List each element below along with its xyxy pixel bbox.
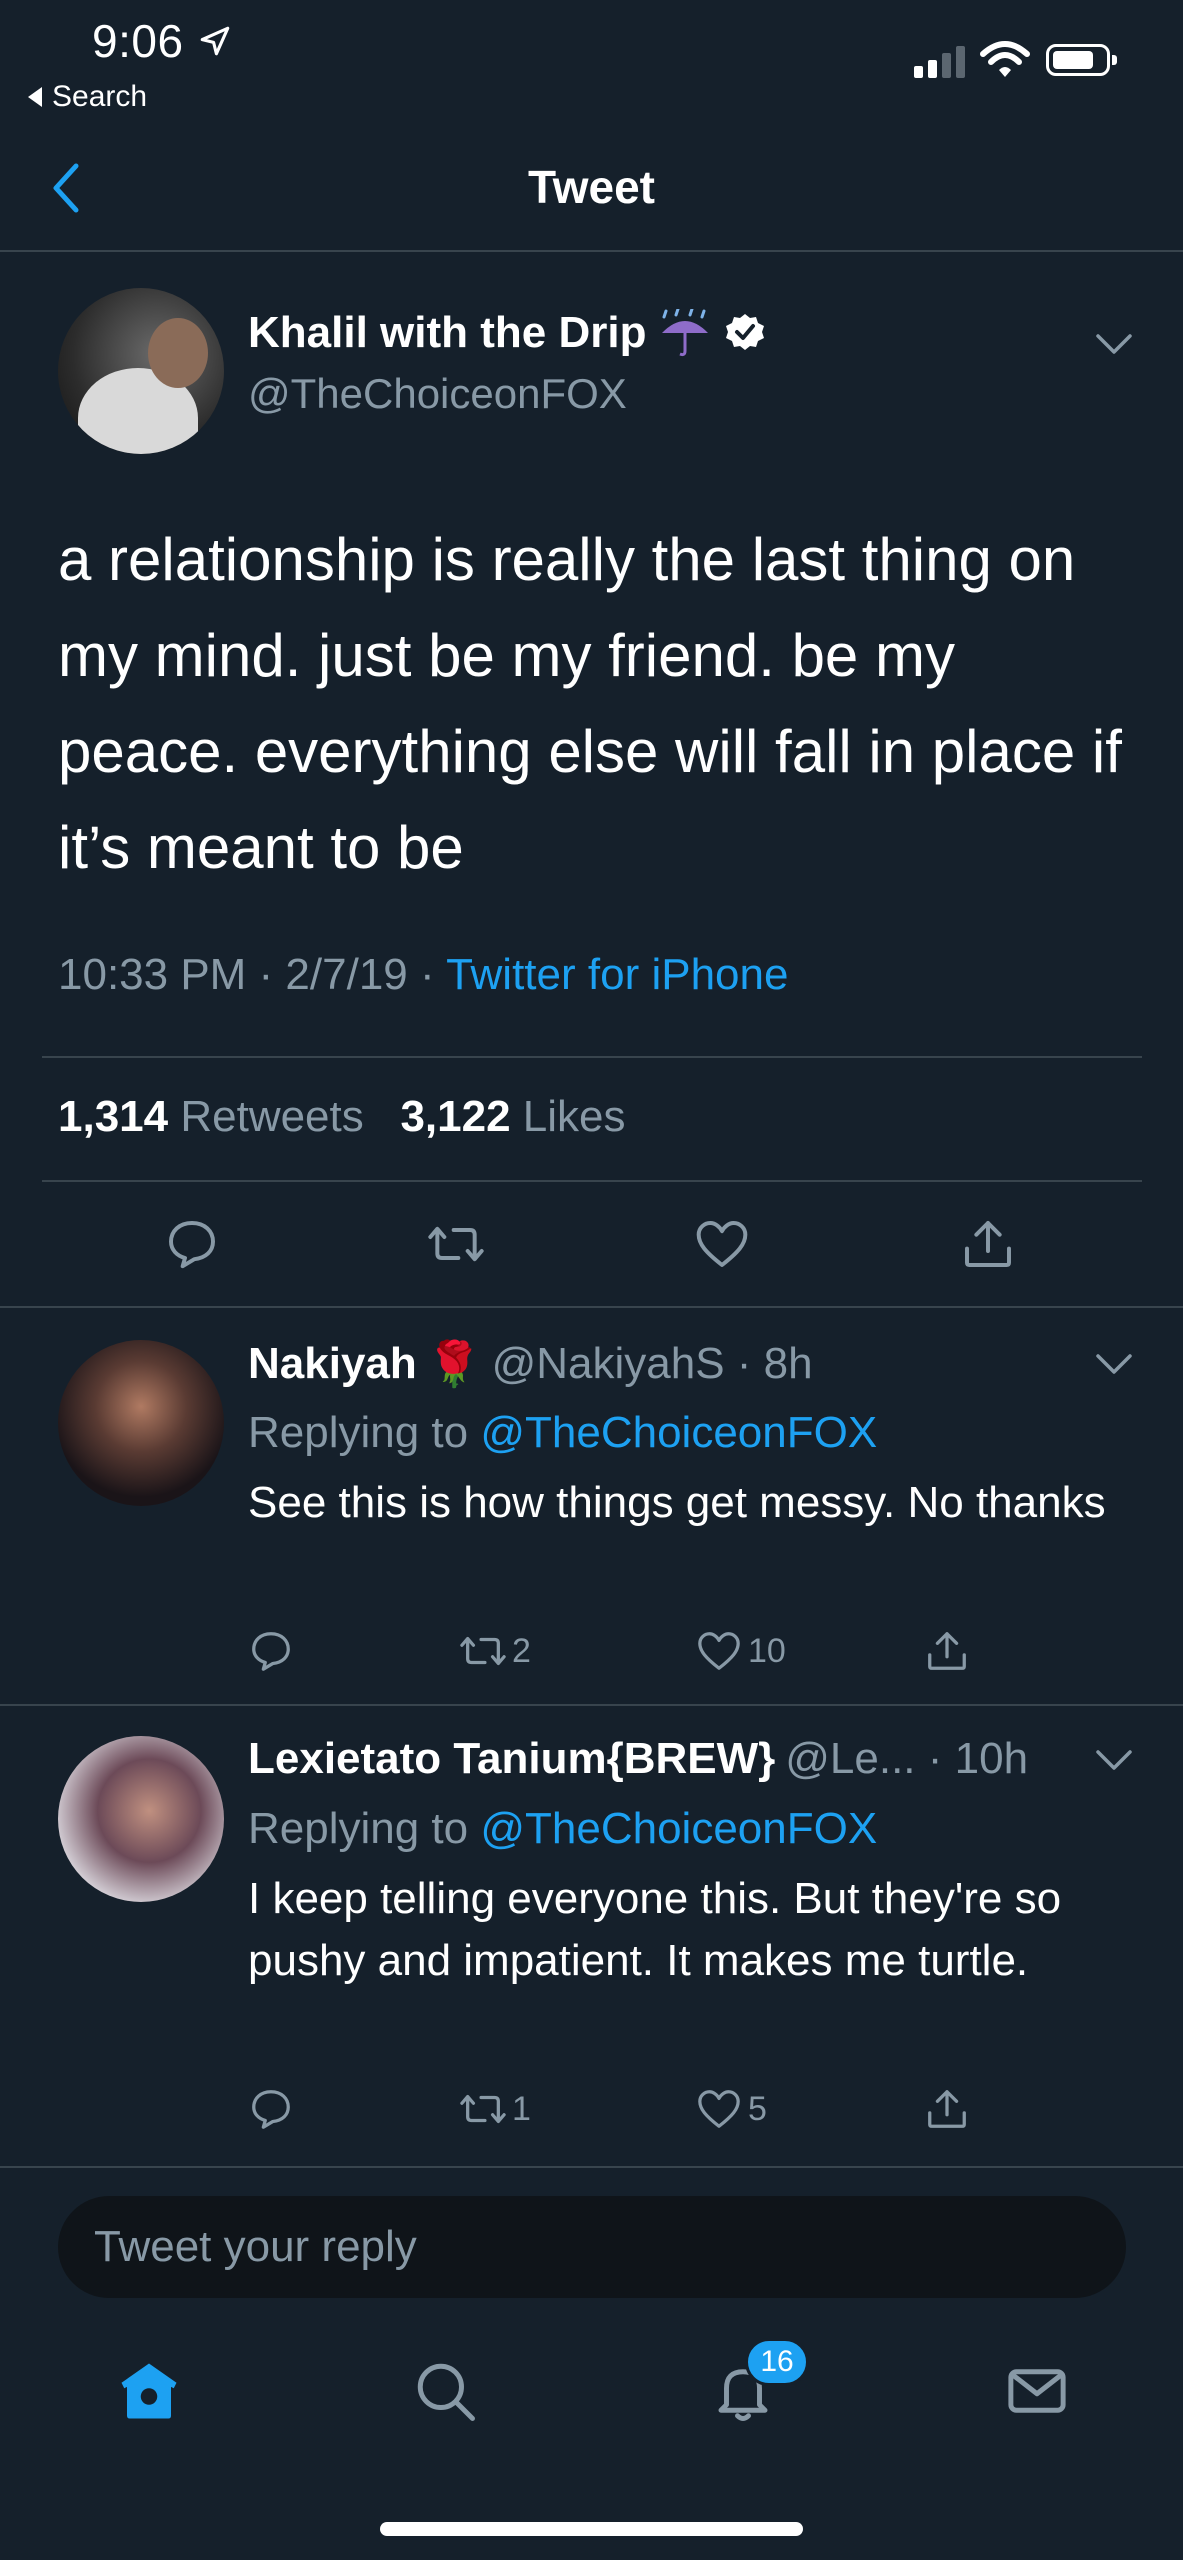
tweet-text: a relationship is really the last thing … xyxy=(58,526,1122,881)
replying-to-prefix: Replying to xyxy=(248,1408,481,1457)
like-count: 5 xyxy=(748,2089,767,2128)
reply-header: Lexietato Tanium{BREW} @Le... · 10h xyxy=(248,1734,1028,1784)
heart-icon xyxy=(698,1632,740,1670)
meta-divider xyxy=(42,1056,1142,1058)
back-triangle-icon xyxy=(28,87,42,107)
reply-share-button[interactable] xyxy=(924,1628,970,1674)
reply-reply-button[interactable] xyxy=(248,1628,460,1674)
rose-emoji: 🌹 xyxy=(426,1340,482,1389)
heart-icon xyxy=(698,2090,740,2128)
reply-header: Nakiyah 🌹 @NakiyahS · 8h xyxy=(248,1338,813,1390)
replying-to-handle[interactable]: @TheChoiceonFOX xyxy=(480,1408,877,1457)
author-avatar[interactable] xyxy=(58,288,224,454)
retweets-label: Retweets xyxy=(180,1092,364,1141)
reply-display-name[interactable]: Lexietato Tanium{BREW} xyxy=(248,1734,775,1784)
reply-share-button[interactable] xyxy=(924,2086,970,2132)
share-icon xyxy=(928,2090,966,2128)
tweet-reply-input[interactable]: Tweet your reply xyxy=(58,2196,1126,2298)
tweet-timestamp: 10:33 PM · 2/7/19 · xyxy=(58,950,447,999)
header-divider xyxy=(0,250,1183,252)
notifications-badge: 16 xyxy=(745,2338,809,2386)
retweet-count: 1 xyxy=(512,2089,531,2128)
author-display-name: Khalil with the Drip xyxy=(248,308,647,357)
home-icon[interactable] xyxy=(116,2358,182,2424)
retweet-icon[interactable] xyxy=(428,1216,484,1272)
retweet-count: 2 xyxy=(512,1631,531,1670)
replying-to-handle[interactable]: @TheChoiceonFOX xyxy=(480,1804,877,1853)
share-icon[interactable] xyxy=(960,1216,1016,1272)
like-count: 10 xyxy=(748,1631,786,1670)
chevron-down-icon[interactable] xyxy=(1094,1748,1134,1772)
status-time: 9:06 xyxy=(92,15,184,67)
retweet-icon xyxy=(460,1636,506,1666)
stats-divider xyxy=(42,1180,1142,1182)
retweets-count: 1,314 xyxy=(58,1092,169,1141)
reply-text: I keep telling everyone this. But they'r… xyxy=(248,1874,1062,1985)
author-name-row[interactable]: Khalil with the Drip xyxy=(248,308,766,358)
reply-handle-time: @Le... · 10h xyxy=(785,1734,1029,1783)
reply-handle-time: @NakiyahS · 8h xyxy=(491,1339,813,1388)
retweet-icon xyxy=(460,2094,506,2124)
share-icon xyxy=(928,1632,966,1670)
reply-like-button[interactable]: 5 xyxy=(696,2086,924,2132)
umbrella-rain-emoji-icon xyxy=(662,309,709,357)
back-to-search[interactable]: Search xyxy=(28,80,147,114)
replying-to: Replying to @TheChoiceonFOX xyxy=(248,1408,877,1458)
verified-badge-icon xyxy=(726,314,765,350)
back-to-search-label: Search xyxy=(52,80,148,113)
reply-display-name[interactable]: Nakiyah xyxy=(248,1339,417,1389)
reply-avatar[interactable] xyxy=(58,1340,224,1506)
reply-retweet-button[interactable]: 2 xyxy=(460,1628,696,1674)
reply-divider xyxy=(0,2166,1183,2168)
heart-icon[interactable] xyxy=(694,1216,750,1272)
reply-icon[interactable] xyxy=(164,1216,220,1272)
replying-to: Replying to @TheChoiceonFOX xyxy=(248,1804,877,1854)
chevron-down-icon[interactable] xyxy=(1094,1352,1134,1376)
tweet-meta: 10:33 PM · 2/7/19 · Twitter for iPhone xyxy=(58,950,788,1000)
reply-retweet-button[interactable]: 1 xyxy=(460,2086,696,2132)
likes-count: 3,122 xyxy=(400,1092,511,1141)
author-handle: @TheChoiceonFOX xyxy=(248,370,627,417)
tweet-source-link[interactable]: Twitter for iPhone xyxy=(446,950,788,999)
likes-label: Likes xyxy=(522,1092,626,1141)
cellular-signal-icon xyxy=(914,44,965,78)
likes-stat[interactable]: 3,122 Likes xyxy=(400,1092,625,1141)
wifi-icon xyxy=(980,41,1030,77)
reply-reply-button[interactable] xyxy=(248,2086,460,2132)
reply-icon xyxy=(252,1632,290,1671)
chevron-down-icon[interactable] xyxy=(1094,332,1134,356)
reply-divider xyxy=(0,1704,1183,1706)
reply-like-button[interactable]: 10 xyxy=(696,1628,924,1674)
reply-icon xyxy=(252,2090,290,2129)
replying-to-prefix: Replying to xyxy=(248,1804,481,1853)
reply-actions: 2 10 xyxy=(248,1628,970,1674)
reply-avatar[interactable] xyxy=(58,1736,224,1902)
search-icon[interactable] xyxy=(412,2358,478,2424)
reply-actions: 1 5 xyxy=(248,2086,970,2132)
home-indicator xyxy=(380,2522,803,2536)
tweet-stats: 1,314 Retweets 3,122 Likes xyxy=(58,1092,626,1142)
page-title: Tweet xyxy=(528,161,655,213)
location-arrow-icon xyxy=(200,26,230,56)
main-tweet-divider xyxy=(0,1306,1183,1308)
mail-icon[interactable] xyxy=(1004,2358,1070,2424)
retweets-stat[interactable]: 1,314 Retweets xyxy=(58,1092,364,1141)
reply-text: See this is how things get messy. No tha… xyxy=(248,1478,1106,1527)
battery-icon xyxy=(1046,44,1117,76)
